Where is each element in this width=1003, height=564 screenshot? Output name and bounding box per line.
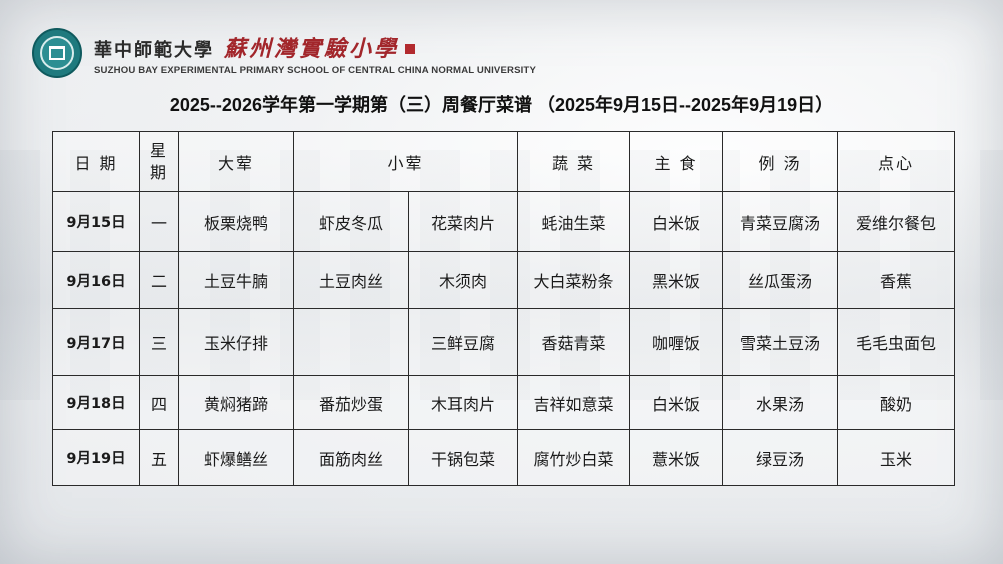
header-date: 日 期 bbox=[52, 131, 140, 192]
cell-small-2: 三鲜豆腐 bbox=[408, 308, 518, 376]
table-row: 9月18日 四 黄焖猪蹄 番茄炒蛋 木耳肉片 吉祥如意菜 白米饭 水果汤 酸奶 bbox=[52, 375, 955, 430]
cell-weekday: 三 bbox=[139, 308, 179, 376]
school-name-cn: 華中師範大學 蘇州灣實驗小學 bbox=[94, 31, 536, 63]
cell-veg: 吉祥如意菜 bbox=[517, 375, 630, 430]
cell-weekday: 一 bbox=[139, 191, 179, 252]
school-seal-icon bbox=[32, 28, 82, 78]
header-snack: 点心 bbox=[837, 131, 955, 192]
cell-main: 黄焖猪蹄 bbox=[178, 375, 294, 430]
table-row: 9月15日 一 板栗烧鸭 虾皮冬瓜 花菜肉片 蚝油生菜 白米饭 青菜豆腐汤 爱维… bbox=[52, 191, 955, 252]
cell-main: 土豆牛腩 bbox=[178, 251, 294, 309]
cell-staple: 白米饭 bbox=[629, 375, 723, 430]
cell-small-1: 番茄炒蛋 bbox=[293, 375, 409, 430]
cell-small-2: 干锅包菜 bbox=[408, 429, 518, 486]
red-stamp-icon bbox=[405, 43, 416, 54]
cell-soup: 丝瓜蛋汤 bbox=[722, 251, 838, 309]
cell-snack: 酸奶 bbox=[837, 375, 955, 430]
header-small-meat: 小荤 bbox=[293, 131, 518, 192]
cell-main: 虾爆鳝丝 bbox=[178, 429, 294, 486]
table-row: 9月19日 五 虾爆鳝丝 面筋肉丝 干锅包菜 腐竹炒白菜 薏米饭 绿豆汤 玉米 bbox=[52, 429, 955, 486]
cell-small-2: 木须肉 bbox=[408, 251, 518, 309]
cell-staple: 咖喱饭 bbox=[629, 308, 723, 376]
cell-veg: 腐竹炒白菜 bbox=[517, 429, 630, 486]
cell-snack: 爱维尔餐包 bbox=[837, 191, 955, 252]
cell-snack: 毛毛虫面包 bbox=[837, 308, 955, 376]
cell-snack: 香蕉 bbox=[837, 251, 955, 309]
cell-weekday: 五 bbox=[139, 429, 179, 486]
cell-date: 9月19日 bbox=[52, 429, 140, 486]
header-main-meat: 大荤 bbox=[178, 131, 294, 192]
cell-staple: 白米饭 bbox=[629, 191, 723, 252]
cell-small-2: 花菜肉片 bbox=[408, 191, 518, 252]
header-weekday: 星 期 bbox=[139, 131, 179, 192]
cell-weekday: 二 bbox=[139, 251, 179, 309]
school-name-en: SUZHOU BAY EXPERIMENTAL PRIMARY SCHOOL O… bbox=[94, 64, 536, 76]
table-row: 9月16日 二 土豆牛腩 土豆肉丝 木须肉 大白菜粉条 黑米饭 丝瓜蛋汤 香蕉 bbox=[52, 251, 955, 309]
cell-date: 9月15日 bbox=[52, 191, 140, 252]
cell-staple: 黑米饭 bbox=[629, 251, 723, 309]
cell-snack: 玉米 bbox=[837, 429, 955, 486]
cell-small-1: 土豆肉丝 bbox=[293, 251, 409, 309]
table-row: 9月17日 三 玉米仔排 三鲜豆腐 香菇青菜 咖喱饭 雪菜土豆汤 毛毛虫面包 bbox=[52, 308, 955, 376]
header-weekday-line1: 星 bbox=[149, 140, 168, 160]
cell-main: 板栗烧鸭 bbox=[178, 191, 294, 252]
school-name-block: 華中師範大學 蘇州灣實驗小學 SUZHOU BAY EXPERIMENTAL P… bbox=[94, 31, 536, 76]
cell-soup: 水果汤 bbox=[722, 375, 838, 430]
header-weekday-line2: 期 bbox=[149, 162, 168, 182]
cell-date: 9月16日 bbox=[52, 251, 140, 309]
cell-staple: 薏米饭 bbox=[629, 429, 723, 486]
cell-soup: 青菜豆腐汤 bbox=[722, 191, 838, 252]
university-name-cn: 華中師範大學 bbox=[94, 39, 214, 61]
cell-soup: 绿豆汤 bbox=[722, 429, 838, 486]
header-staple: 主 食 bbox=[629, 131, 723, 192]
cell-small-1: 面筋肉丝 bbox=[293, 429, 409, 486]
school-name-calligraphy: 蘇州灣實驗小學 bbox=[224, 35, 400, 62]
cell-veg: 大白菜粉条 bbox=[517, 251, 630, 309]
cell-date: 9月17日 bbox=[52, 308, 140, 376]
cell-veg: 香菇青菜 bbox=[517, 308, 630, 376]
table-header-row: 日 期 星 期 大荤 小荤 蔬 菜 主 食 例 汤 点心 bbox=[52, 131, 955, 192]
cell-small-1 bbox=[293, 308, 409, 376]
cell-main: 玉米仔排 bbox=[178, 308, 294, 376]
header-vegetable: 蔬 菜 bbox=[517, 131, 630, 192]
cell-date: 9月18日 bbox=[52, 375, 140, 430]
school-logo: 華中師範大學 蘇州灣實驗小學 SUZHOU BAY EXPERIMENTAL P… bbox=[32, 28, 536, 78]
cell-weekday: 四 bbox=[139, 375, 179, 430]
cell-small-1: 虾皮冬瓜 bbox=[293, 191, 409, 252]
page-title: 2025--2026学年第一学期第（三）周餐厅菜谱 （2025年9月15日--2… bbox=[169, 95, 834, 115]
cell-veg: 蚝油生菜 bbox=[517, 191, 630, 252]
cell-small-2: 木耳肉片 bbox=[408, 375, 518, 430]
menu-table: 日 期 星 期 大荤 小荤 蔬 菜 主 食 例 汤 点心 9月15日 一 板栗烧… bbox=[52, 131, 955, 486]
cell-soup: 雪菜土豆汤 bbox=[722, 308, 838, 376]
header-soup: 例 汤 bbox=[722, 131, 838, 192]
